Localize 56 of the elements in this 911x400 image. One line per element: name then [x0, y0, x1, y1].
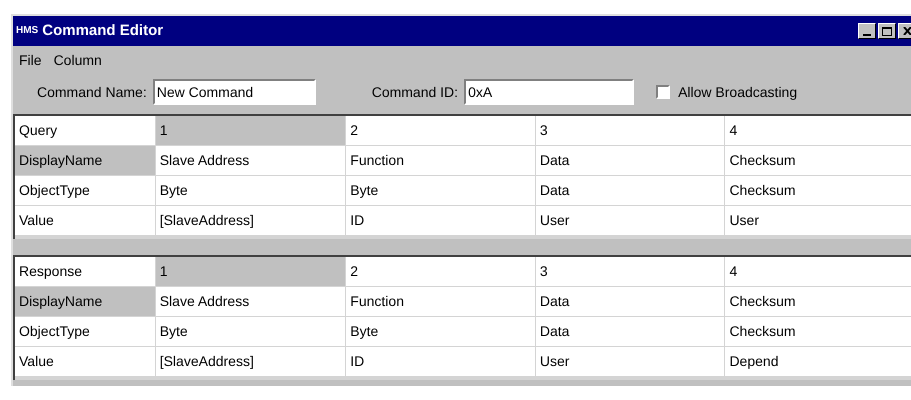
table-cell[interactable]: Data — [536, 146, 726, 176]
command-id-field[interactable]: 0xA — [464, 79, 634, 105]
table-cell[interactable]: Byte — [156, 317, 346, 347]
table-cell[interactable]: Checksum — [725, 287, 911, 317]
column-header[interactable]: 2 — [346, 116, 536, 146]
table-cell[interactable]: Function — [346, 146, 536, 176]
column-header[interactable]: 4 — [725, 257, 911, 287]
table-cell[interactable]: Checksum — [725, 176, 911, 206]
table-cell[interactable]: Byte — [156, 176, 346, 206]
column-header[interactable]: 3 — [536, 257, 726, 287]
table-cell[interactable]: User — [536, 206, 726, 236]
row-header[interactable]: DisplayName — [15, 287, 156, 317]
table-cell[interactable]: [SlaveAddress] — [156, 347, 346, 377]
table-cell[interactable]: [SlaveAddress] — [156, 206, 346, 236]
table-cell[interactable]: Function — [346, 287, 536, 317]
table-cell[interactable]: Checksum — [725, 317, 911, 347]
table-cell[interactable]: ID — [346, 206, 536, 236]
table-cell[interactable]: Slave Address — [156, 146, 346, 176]
window-title: Command Editor — [42, 20, 164, 41]
column-header[interactable]: 4 — [725, 116, 911, 146]
app-logo: HMS — [16, 26, 38, 36]
row-header[interactable]: Value — [15, 206, 156, 236]
table-cell[interactable]: Byte — [346, 176, 536, 206]
menu-item[interactable]: Column — [54, 50, 102, 70]
checkbox-label: Allow Broadcasting — [678, 82, 798, 102]
table-cell[interactable]: Depend — [725, 347, 911, 377]
field-label: Command Name: — [37, 82, 147, 102]
minimize-button[interactable] — [858, 23, 876, 39]
table-cell[interactable]: Data — [536, 287, 726, 317]
menu-item[interactable]: File — [19, 50, 42, 70]
table-cell[interactable]: Byte — [346, 317, 536, 347]
row-header[interactable]: ObjectType — [15, 176, 156, 206]
grid-title-cell[interactable]: Response — [15, 257, 156, 287]
row-header[interactable]: DisplayName — [15, 146, 156, 176]
table-cell[interactable]: User — [725, 206, 911, 236]
column-header[interactable]: 1 — [156, 116, 346, 146]
field-label: Command ID: — [372, 82, 458, 102]
row-header[interactable]: Value — [15, 347, 156, 377]
command-name-field[interactable]: New Command — [152, 79, 316, 105]
maximize-icon — [882, 26, 892, 36]
minimize-icon — [863, 34, 871, 36]
row-header[interactable]: ObjectType — [15, 317, 156, 347]
table-cell[interactable]: Data — [536, 317, 726, 347]
table-cell[interactable]: Slave Address — [156, 287, 346, 317]
close-button[interactable] — [898, 23, 911, 39]
column-header[interactable]: 3 — [536, 116, 726, 146]
checkbox[interactable] — [656, 85, 670, 99]
table-cell[interactable]: Data — [536, 176, 726, 206]
table-cell[interactable]: User — [536, 347, 726, 377]
grid-title-cell[interactable]: Query — [15, 116, 156, 146]
table-cell[interactable]: Checksum — [725, 146, 911, 176]
column-header[interactable]: 2 — [346, 257, 536, 287]
maximize-button[interactable] — [878, 23, 896, 39]
column-header[interactable]: 1 — [156, 257, 346, 287]
table-cell[interactable]: ID — [346, 347, 536, 377]
close-icon — [902, 27, 911, 35]
